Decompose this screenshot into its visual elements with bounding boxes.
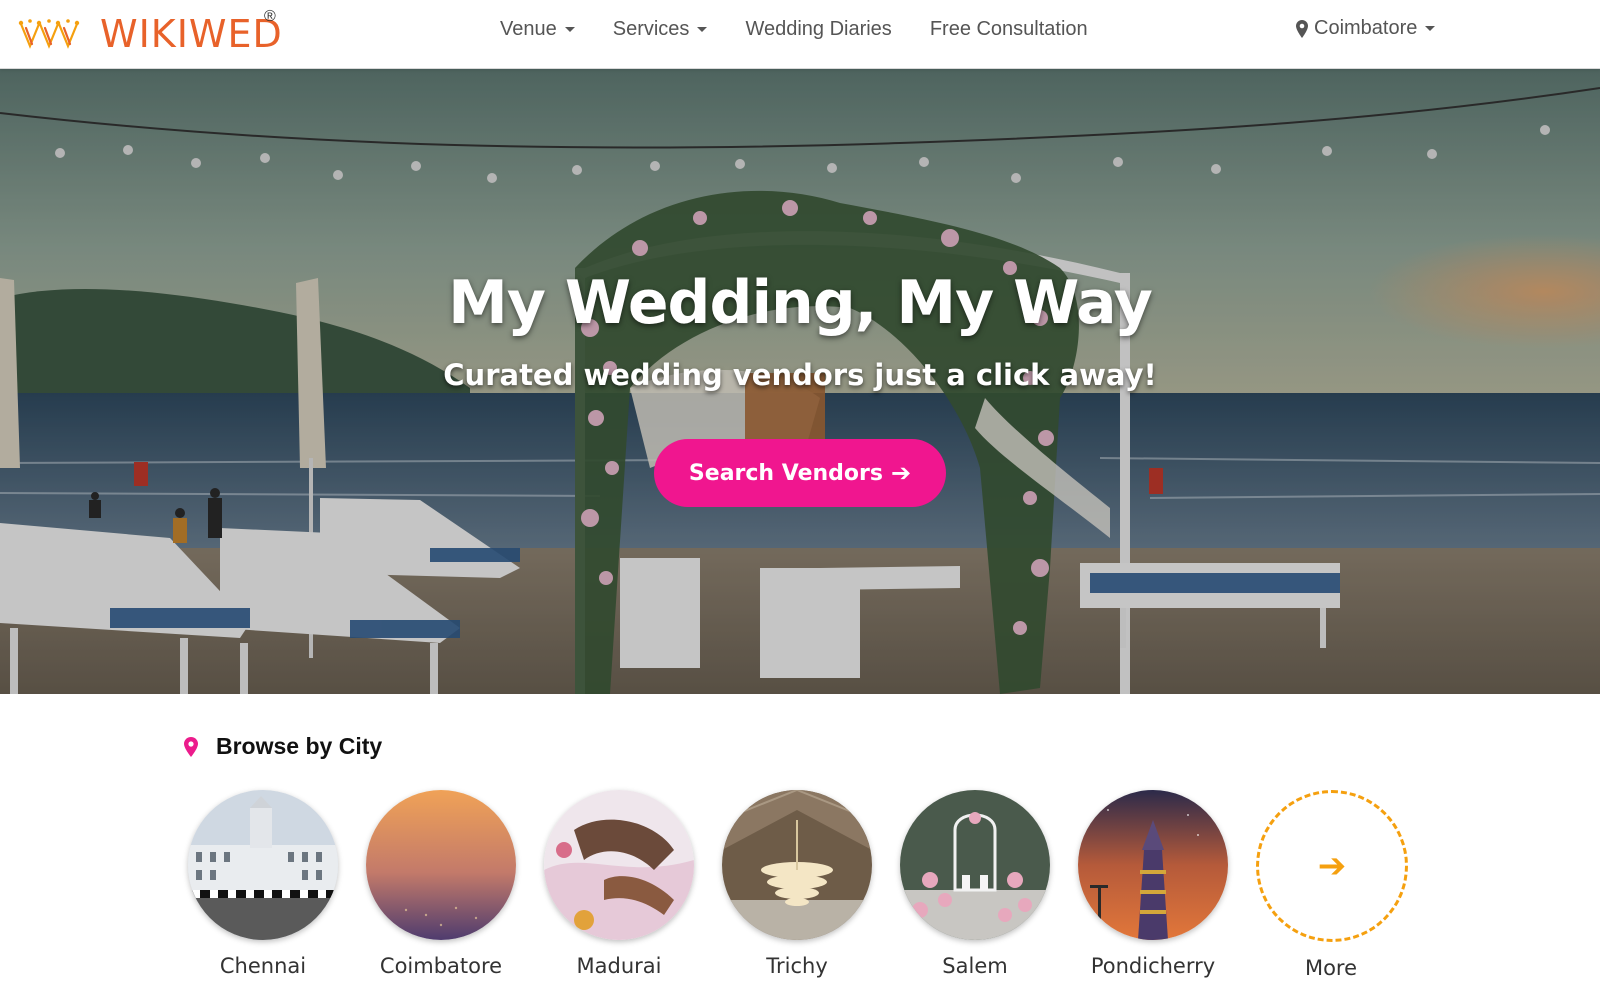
registered-mark: ®: [264, 8, 276, 25]
search-vendors-label: Search Vendors: [688, 460, 883, 486]
city-card-coimbatore[interactable]: Coimbatore: [366, 790, 516, 978]
city-card-salem[interactable]: Salem: [900, 790, 1050, 978]
main-nav: Venue Services Wedding Diaries Free Cons…: [500, 0, 1126, 58]
city-card-chennai[interactable]: Chennai: [188, 790, 338, 978]
city-label: Coimbatore: [379, 954, 503, 978]
coimbatore-city-image: [366, 790, 516, 940]
wikiwed-logo[interactable]: WIKIWED ®: [18, 8, 288, 60]
top-navbar: WIKIWED ® Venue Services Wedding Diaries…: [0, 0, 1600, 69]
hero-title: My Wedding, My Way: [448, 268, 1153, 338]
caret-down-icon: [1425, 26, 1436, 31]
more-cities-button[interactable]: ➔: [1256, 790, 1408, 942]
city-card-more[interactable]: ➔ More: [1256, 790, 1408, 980]
pondicherry-city-image: [1078, 790, 1228, 940]
city-label: Pondicherry: [1090, 954, 1216, 978]
arrow-right-icon: ➔: [1317, 847, 1347, 885]
nav-services[interactable]: Services: [613, 18, 708, 41]
caret-down-icon: [564, 26, 575, 32]
city-label: Salem: [942, 954, 1008, 978]
arrow-right-icon: ➔: [890, 459, 912, 487]
logo-crown-mark: [18, 19, 80, 49]
nav-wedding-diaries[interactable]: Wedding Diaries: [745, 18, 891, 41]
hero-subtitle: Curated wedding vendors just a click awa…: [443, 358, 1157, 392]
nav-free-consultation[interactable]: Free Consultation: [930, 18, 1088, 41]
city-card-madurai[interactable]: Madurai: [544, 790, 694, 978]
browse-by-city-title: Browse by City: [216, 733, 383, 759]
map-pin-icon: [184, 736, 198, 757]
city-card-pondicherry[interactable]: Pondicherry: [1078, 790, 1228, 978]
city-card-trichy[interactable]: Trichy: [722, 790, 872, 978]
location-selector[interactable]: Coimbatore: [1296, 17, 1436, 40]
city-label: More: [1304, 956, 1358, 980]
browse-by-city-header: Browse by City: [184, 733, 382, 760]
madurai-city-image: [544, 790, 694, 940]
logo-wordmark: WIKIWED: [100, 12, 283, 56]
caret-down-icon: [697, 26, 708, 32]
city-label: Madurai: [576, 954, 662, 978]
chennai-city-image: [188, 790, 338, 940]
city-label: Trichy: [766, 954, 828, 978]
trichy-city-image: [722, 790, 872, 940]
nav-venue-label: Venue: [500, 17, 557, 40]
nav-services-label: Services: [612, 17, 690, 40]
nav-free-consultation-label: Free Consultation: [929, 17, 1088, 40]
location-label: Coimbatore: [1314, 17, 1418, 39]
nav-wedding-diaries-label: Wedding Diaries: [745, 17, 892, 40]
hero-banner: My Wedding, My Way Curated wedding vendo…: [0, 68, 1600, 694]
salem-city-image: [900, 790, 1050, 940]
city-label: Chennai: [219, 954, 307, 978]
nav-venue[interactable]: Venue: [500, 18, 575, 41]
search-vendors-button[interactable]: Search Vendors ➔: [654, 439, 946, 507]
map-pin-icon: [1296, 19, 1308, 38]
